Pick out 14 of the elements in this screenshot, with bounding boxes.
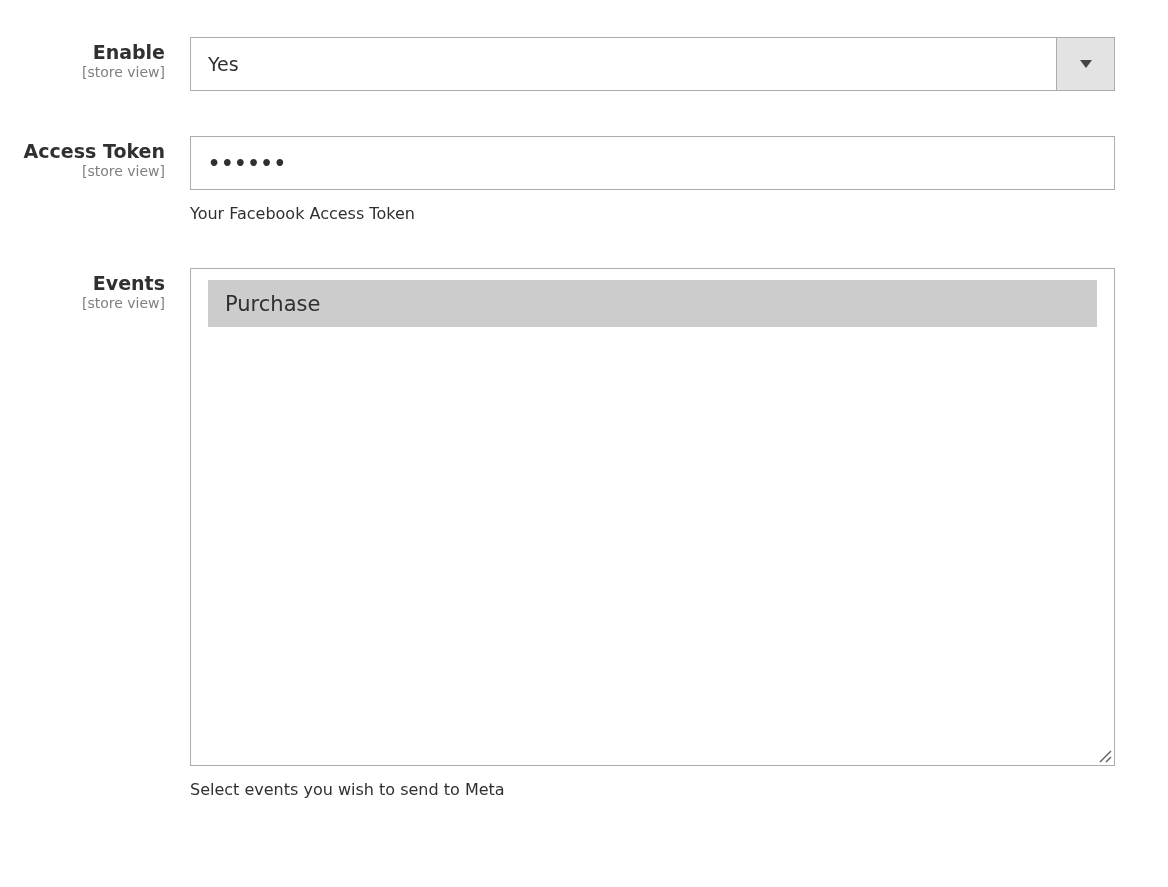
- scope-label: [store view]: [81, 162, 165, 180]
- resize-grip-icon: [1098, 749, 1112, 763]
- field-note: Your Facebook Access Token: [190, 204, 416, 223]
- scope-label: [store view]: [81, 294, 165, 312]
- password-field[interactable]: ••••••: [190, 136, 1115, 190]
- field-label: Enable: [92, 41, 165, 63]
- list-option[interactable]: Purchase: [208, 280, 1097, 327]
- field-label: Access Token: [23, 140, 165, 162]
- field-label: Events: [92, 272, 165, 294]
- scope-label: [store view]: [81, 63, 165, 81]
- multiselect-list[interactable]: Purchase: [190, 268, 1115, 766]
- caret-icon: [1079, 60, 1092, 68]
- field-note: Select events you wish to send to Meta: [190, 780, 506, 799]
- dropdown-field[interactable]: Yes: [190, 37, 1115, 91]
